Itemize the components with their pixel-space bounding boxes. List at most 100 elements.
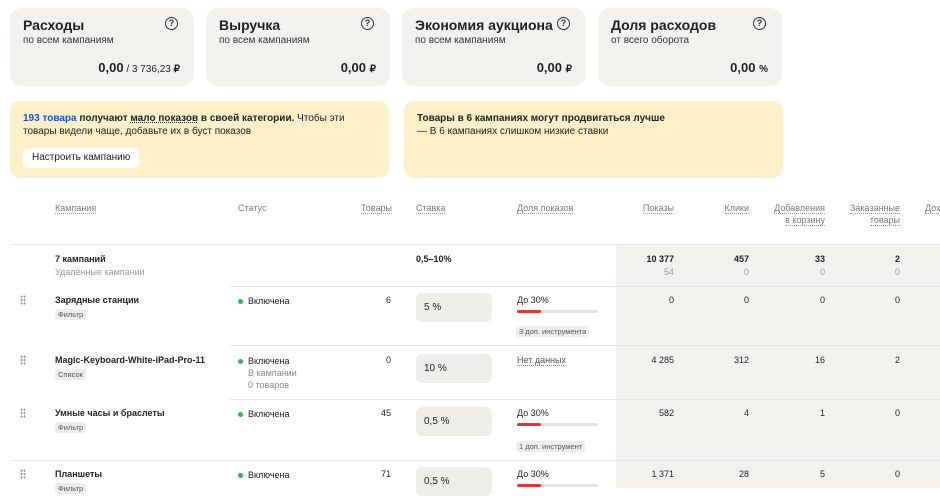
status-dot-icon [238,473,243,479]
summary-name: 7 кампаний [55,254,106,264]
share-label: До 30% [517,408,549,418]
cart-value: 5 [819,469,825,479]
share-label: До 30% [517,469,549,479]
boost-banner-text: 193 товара получают мало показов в своей… [23,113,345,137]
drag-handle-icon[interactable] [20,469,26,479]
impressions-value: 582 [658,408,674,418]
card-subtitle: от всего оборота [611,35,690,46]
share-progress-fill [517,423,542,426]
extra-tools-tag[interactable]: 3 доп. инструмента [516,326,590,337]
share-progress-fill [517,484,542,487]
summary-impressions: 10 377 [646,254,674,264]
rate-input[interactable]: 0,5 % [416,467,492,496]
summary-impressions-sub: 54 [663,267,674,277]
col-header-rate[interactable]: Ставка [416,202,446,214]
help-icon[interactable]: ? [557,17,570,30]
ordered-value: 0 [894,469,900,479]
share-progress-bar [517,484,598,487]
col-header-campaign[interactable]: Кампания [55,202,97,214]
metric-card-expense-share: Доля расходов ? от всего оборота 0,00 % [598,8,782,86]
goods-count: 6 [385,295,391,305]
col-header-goods[interactable]: Товары [361,202,392,214]
share-label: До 30% [517,295,549,305]
campaign-name[interactable]: Планшеты [55,469,102,479]
share-progress-fill [517,310,542,313]
ordered-value: 0 [894,408,900,418]
campaign-status: Включена [238,469,290,481]
card-title: Экономия аукциона [415,17,553,33]
status-dot-icon [238,299,243,305]
metric-card-auction-savings: Экономия аукциона ? по всем кампаниям 0,… [402,8,586,86]
summary-cart: 33 [814,254,825,264]
clicks-value: 28 [738,469,749,479]
campaign-name[interactable]: Умные часы и браслеты [55,408,165,418]
campaign-type-tag: Фильтр [55,422,87,433]
summary-subtitle: Удалённые кампании [55,267,145,277]
goods-count: 45 [380,408,391,418]
campaign-status: Включена В кампании 0 товаров [238,355,297,391]
summary-ordered: 2 [894,254,900,264]
status-detail: 0 товаров [248,380,290,390]
clicks-value: 4 [743,408,749,418]
summary-clicks-sub: 0 [743,267,749,277]
card-title: Выручка [219,17,281,33]
share-label[interactable]: Нет данных [517,355,566,366]
extra-tools-tag[interactable]: 1 доп. инструмент [516,441,586,452]
rate-input[interactable]: 0,5 % [416,407,492,436]
col-header-impressions[interactable]: Показы [620,202,674,214]
low-rate-banner: Товары в 6 кампаниях могут продвигаться … [404,101,783,178]
share-progress-bar [517,423,598,426]
help-icon[interactable]: ? [753,17,766,30]
drag-handle-icon[interactable] [20,295,26,305]
metrics-column-bg [616,245,940,488]
help-icon[interactable]: ? [361,17,374,30]
campaign-type-tag: Фильтр [55,309,87,320]
col-header-status: Статус [238,203,267,213]
goods-count: 71 [380,469,391,479]
share-progress-bar [517,310,598,313]
card-value: 0,00 ₽ [340,60,376,75]
col-header-share[interactable]: Доля показов [517,202,574,214]
rate-input[interactable]: 5 % [416,293,492,322]
goods-count-link[interactable]: 193 товара [23,113,77,124]
impressions-value: 4 285 [651,355,674,365]
summary-clicks: 457 [733,254,749,264]
campaign-name[interactable]: Зарядные станции [55,295,139,305]
configure-campaign-button[interactable]: Настроить кампанию [23,148,140,168]
card-subtitle: по всем кампаниям [23,35,114,46]
campaign-type-tag: Фильтр [55,483,87,494]
low-impressions-term[interactable]: мало показов [130,113,198,124]
clicks-value: 312 [733,355,749,365]
goods-count: 0 [385,355,391,365]
row-divider [10,460,940,461]
card-value: 0,00 ₽ [536,60,572,75]
col-header-income[interactable]: Дох [925,202,940,214]
campaign-name[interactable]: Magic-Keyboard-White-iPad-Pro-11 [55,355,205,365]
ordered-value: 2 [894,355,900,365]
card-value: 0,00 % [730,60,768,75]
col-header-ordered[interactable]: Заказанные товары [845,202,900,226]
ordered-value: 0 [894,295,900,305]
summary-ordered-sub: 0 [894,267,900,277]
col-header-clicks[interactable]: Клики [700,202,749,214]
header-divider [10,244,940,245]
cart-value: 0 [819,295,825,305]
card-title: Доля расходов [611,17,717,33]
drag-handle-icon[interactable] [20,355,26,365]
impressions-value: 1 371 [651,469,674,479]
impressions-value: 0 [668,295,674,305]
card-subtitle: по всем кампаниям [415,35,506,46]
row-divider [230,345,940,346]
drag-handle-icon[interactable] [20,408,26,418]
row-divider [230,399,940,400]
rate-input[interactable]: 10 % [416,354,492,383]
metric-card-revenue: Выручка ? по всем кампаниям 0,00 ₽ [206,8,390,86]
metric-card-expenses: Расходы ? по всем кампаниям 0,00 / 3 736… [10,8,194,86]
status-detail: В кампании [248,368,297,378]
help-icon[interactable]: ? [165,17,178,30]
cart-value: 1 [819,408,825,418]
card-title: Расходы [23,17,85,33]
row-divider [230,286,940,287]
col-header-cart[interactable]: Добавления в корзину [766,202,825,226]
card-value: 0,00 / 3 736,23 ₽ [98,60,180,75]
